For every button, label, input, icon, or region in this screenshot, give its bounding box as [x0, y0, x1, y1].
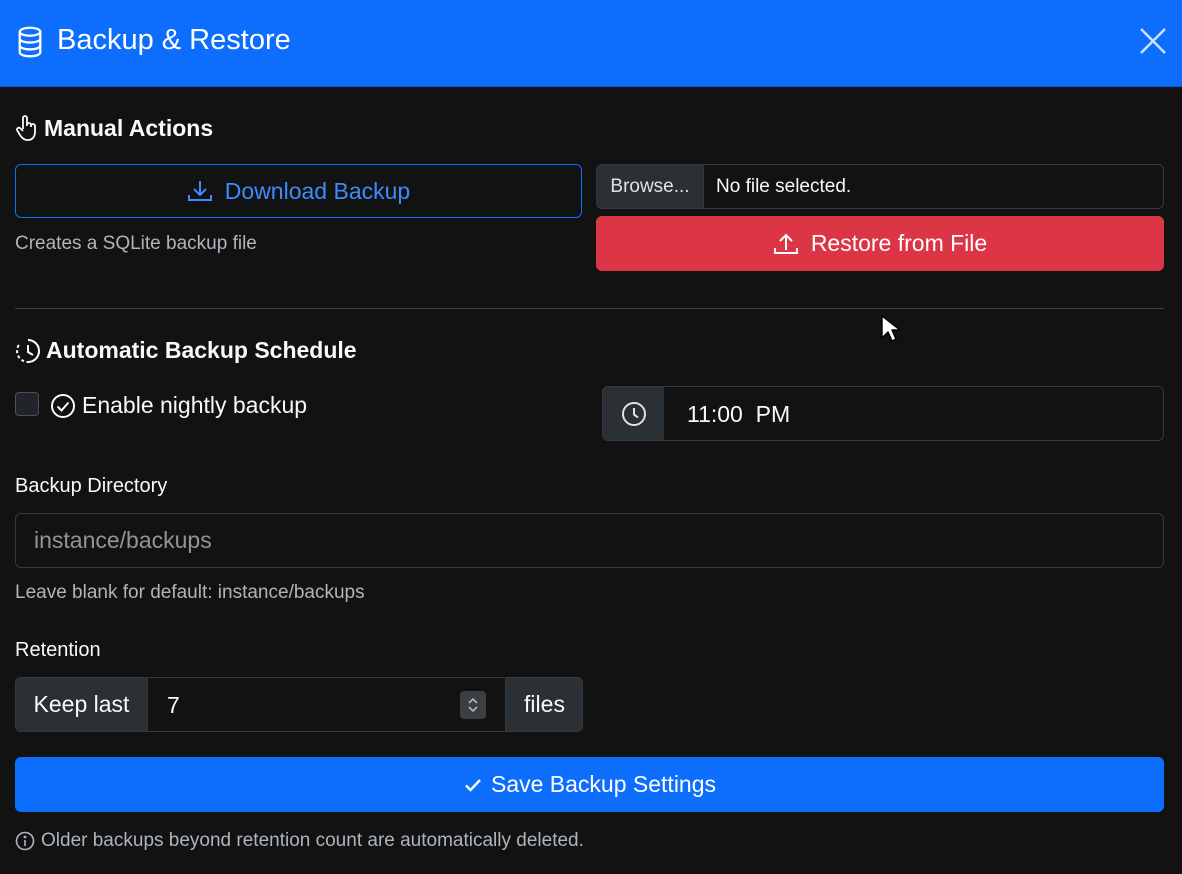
check-circle-icon [51, 393, 75, 418]
download-help-text: Creates a SQLite backup file [15, 233, 257, 254]
info-circle-icon [15, 831, 35, 851]
backup-time-group: 11:00 PM [602, 386, 1164, 441]
retention-suffix: files [505, 678, 582, 731]
restore-from-file-label: Restore from File [810, 230, 988, 256]
save-backup-settings-label: Save Backup Settings [490, 771, 717, 797]
enable-nightly-text: Enable nightly backup [82, 392, 308, 418]
spinner-up-icon[interactable] [467, 696, 479, 705]
clock-history-icon [16, 338, 41, 363]
restore-from-file-button[interactable]: Restore from File [596, 216, 1164, 271]
browse-button[interactable]: Browse... [597, 165, 704, 208]
section-divider [15, 308, 1164, 309]
backup-directory-input[interactable] [15, 513, 1164, 568]
enable-nightly-checkbox[interactable] [15, 392, 39, 416]
file-status: No file selected. [716, 176, 852, 197]
schedule-title: Automatic Backup Schedule [46, 337, 357, 363]
database-icon [18, 26, 42, 58]
retention-label: Retention [15, 639, 101, 661]
upload-icon [773, 233, 798, 254]
schedule-heading: Automatic Backup Schedule [15, 337, 357, 364]
download-backup-button[interactable]: Download Backup [15, 164, 582, 218]
number-spinner[interactable] [460, 691, 486, 719]
backup-directory-label: Backup Directory [15, 475, 168, 497]
enable-nightly-label: Enable nightly backup [50, 392, 307, 419]
hand-pointer-icon [16, 115, 36, 141]
manual-actions-heading: Manual Actions [15, 114, 213, 142]
check-icon [465, 778, 481, 792]
retention-group: Keep last 7 files [15, 677, 583, 732]
save-backup-settings-button[interactable]: Save Backup Settings [15, 757, 1164, 812]
retention-footnote-text: Older backups beyond retention count are… [41, 830, 584, 851]
backup-time-input[interactable]: 11:00 PM [687, 401, 790, 428]
download-backup-label: Download Backup [224, 177, 411, 204]
mouse-cursor-icon [881, 315, 900, 342]
download-icon [187, 181, 212, 201]
restore-file-input[interactable]: Browse... No file selected. [596, 164, 1164, 209]
clock-icon [621, 401, 646, 426]
modal-title: Backup & Restore [57, 24, 291, 56]
modal-header: Backup & Restore [0, 0, 1182, 87]
spinner-down-icon[interactable] [467, 705, 479, 714]
time-addon [603, 387, 664, 440]
close-icon[interactable] [1138, 26, 1168, 56]
retention-prefix: Keep last [16, 678, 148, 731]
backup-directory-help: Leave blank for default: instance/backup… [15, 582, 365, 603]
retention-footnote: Older backups beyond retention count are… [15, 830, 584, 852]
manual-actions-title: Manual Actions [44, 114, 214, 141]
retention-count-input[interactable]: 7 [167, 692, 180, 719]
